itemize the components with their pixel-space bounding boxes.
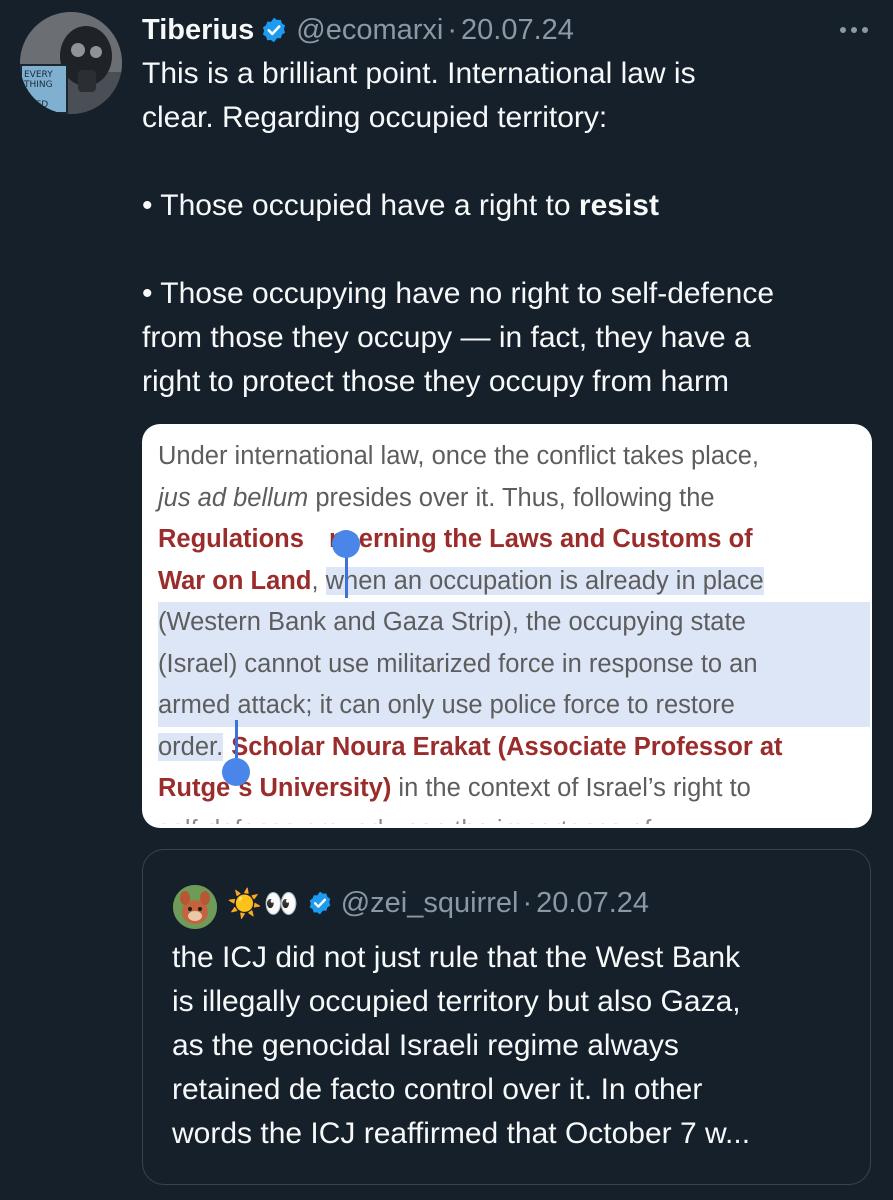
quoted-text-line: the ICJ did not just rule that the West … (172, 941, 741, 974)
selected-line: (Western Bank and Gaza Strip), the occup… (158, 602, 870, 644)
tweet-text: This is a brilliant point. International… (142, 52, 872, 404)
bullet-text: • Those occupied have a right to (142, 189, 579, 222)
image-line: order. Scholar Noura Erakat (Associate Pr… (158, 727, 870, 769)
selected-text: order. (158, 732, 224, 761)
verified-badge-icon (260, 16, 288, 44)
tweet-text-line: right to protect those they occupy from … (142, 365, 729, 398)
image-line: War on Land, when an occupation is alrea… (158, 561, 870, 603)
quoted-header: ☀️👀 @zei_squirrel · 20.07.24 (227, 880, 649, 926)
red-link-text: Regulations (158, 525, 312, 553)
more-options-icon[interactable] (830, 10, 878, 50)
image-text-span: in the context of Israel’s right to (391, 774, 751, 802)
image-text: Under international law, once the confli… (158, 436, 870, 824)
quoted-handle[interactable]: @zei_squirrel (341, 887, 519, 920)
quoted-text-line: as the genocidal Israeli regime always (172, 1029, 679, 1062)
image-line-cut: self-defense argued upon the importance … (158, 810, 870, 824)
tweet-text-line: from those they occupy — in fact, they h… (142, 321, 751, 354)
author-display-name[interactable]: Tiberius (142, 14, 254, 47)
selection-end-handle[interactable] (222, 758, 250, 786)
avatar-book-text: EVERY THING SKED (24, 70, 53, 110)
quoted-text-line: words the ICJ reaffirmed that October 7 … (172, 1117, 751, 1150)
image-line: Regulations ncerning the Laws and Custom… (158, 519, 870, 561)
author-avatar[interactable]: EVERY THING SKED (20, 12, 122, 114)
selected-line: armed attack; it can only use police for… (158, 685, 870, 727)
tweet-header: Tiberius @ecomarxi · 20.07.24 (142, 8, 574, 52)
bullet-self-defence: • Those occupying have no right to self-… (142, 277, 775, 310)
red-link-text: War on Land (158, 566, 312, 595)
quoted-text-line: retained de facto control over it. In ot… (172, 1073, 703, 1106)
bullet-resist: • Those occupied have a right to resist (142, 184, 872, 228)
bullet-bold-text: resist (578, 189, 659, 222)
quoted-display-name[interactable]: ☀️👀 (227, 887, 301, 920)
header-separator: · (447, 13, 458, 46)
tweet-text-line: This is a brilliant point. International… (142, 57, 696, 90)
author-handle[interactable]: @ecomarxi (296, 14, 443, 47)
selection-start-handle[interactable] (332, 530, 360, 558)
quoted-text-line: is illegally occupied territory but also… (172, 985, 741, 1018)
image-line: jus ad bellum presides over it. Thus, fo… (158, 478, 870, 520)
italic-term: jus ad bellum (158, 483, 309, 512)
image-line: Rutge s University) in the context of Isr… (158, 768, 870, 810)
quoted-separator: · (522, 886, 533, 919)
red-link-text: s University) (238, 774, 392, 802)
quoted-text: the ICJ did not just rule that the West … (172, 936, 862, 1156)
red-link-text: Scholar Noura Erakat (Associate Professo… (231, 732, 783, 761)
quoted-avatar[interactable] (173, 885, 217, 929)
tweet-image[interactable]: Under international law, once the confli… (142, 424, 872, 828)
red-link-text: ncerning the Laws and Customs of (329, 525, 753, 553)
image-text-span: presides over it. Thus, following the (308, 483, 715, 512)
quoted-avatar-image (173, 885, 217, 929)
quoted-tweet[interactable]: ☀️👀 @zei_squirrel · 20.07.24 the ICJ did… (142, 849, 871, 1185)
verified-badge-icon (307, 890, 333, 916)
red-link-text: Rutge (158, 774, 231, 802)
tweet-text-line: clear. Regarding occupied territory: (142, 101, 608, 134)
quoted-date[interactable]: 20.07.24 (536, 887, 649, 920)
image-line: Under international law, once the confli… (158, 442, 760, 470)
tweet-date[interactable]: 20.07.24 (461, 14, 574, 47)
selected-text: when an occupation is already in place (325, 566, 764, 595)
image-text-span: , (311, 566, 326, 595)
selected-line: (Israel) cannot use militarized force in… (158, 643, 870, 685)
